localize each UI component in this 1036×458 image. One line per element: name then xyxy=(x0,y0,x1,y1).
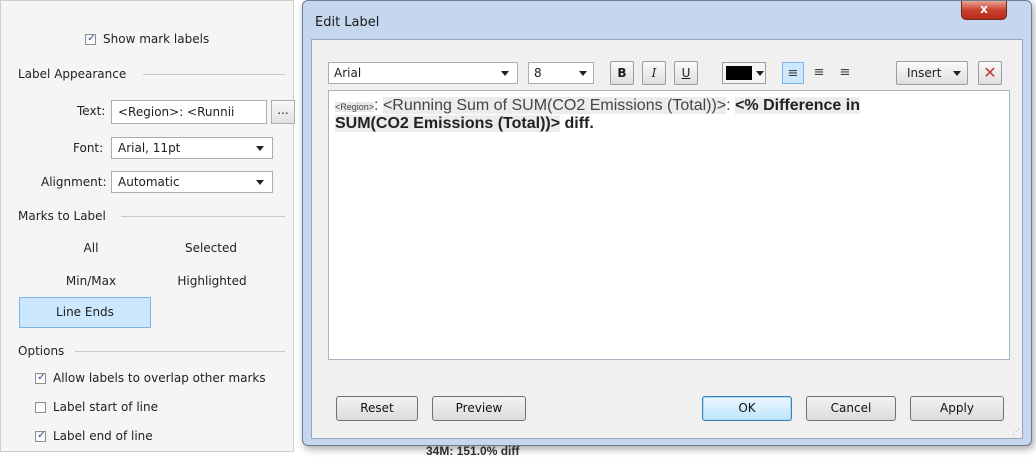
marks-option-line-ends[interactable]: Line Ends xyxy=(19,297,151,328)
cancel-button[interactable]: Cancel xyxy=(806,396,896,421)
marks-option-selected[interactable]: Selected xyxy=(171,241,251,255)
dialog-title: Edit Label xyxy=(315,15,380,30)
font-size-value: 8 xyxy=(534,66,542,80)
alignment-label: Alignment: xyxy=(41,175,107,189)
pct-difference-token-line1: <% Difference in xyxy=(735,97,860,114)
font-label: Font: xyxy=(73,141,104,155)
marks-option-all[interactable]: All xyxy=(61,241,121,255)
font-family-value: Arial xyxy=(334,66,362,80)
chevron-down-icon xyxy=(501,71,509,76)
allow-overlap-checkbox[interactable]: ✓ xyxy=(35,372,46,384)
text-color-picker[interactable] xyxy=(722,62,766,84)
chevron-down-icon xyxy=(256,146,264,151)
clear-icon: ✕ xyxy=(983,63,997,82)
font-family-dropdown[interactable]: Arial xyxy=(328,62,518,84)
insert-label: Insert xyxy=(907,66,942,80)
font-size-dropdown[interactable]: 8 xyxy=(528,62,594,84)
label-appearance-heading: Label Appearance xyxy=(18,67,127,81)
checkmark-icon: ✓ xyxy=(37,372,46,383)
diff-text: diff. xyxy=(560,115,594,132)
ok-button[interactable]: OK xyxy=(702,396,792,421)
preview-button[interactable]: Preview xyxy=(432,396,526,421)
running-sum-token: <Running Sum of SUM(CO2 Emissions (Total… xyxy=(382,97,727,114)
marks-option-min-max[interactable]: Min/Max xyxy=(51,274,131,288)
background-chart-label: 34M: 151.0% diff xyxy=(426,444,520,458)
allow-overlap-label: Allow labels to overlap other marks xyxy=(53,371,266,385)
alignment-dropdown[interactable]: Automatic xyxy=(111,171,273,193)
align-right-icon: ≡ xyxy=(839,65,851,80)
options-heading: Options xyxy=(18,344,65,358)
pct-difference-token-line2: SUM(CO2 Emissions (Total))> xyxy=(335,115,561,132)
chevron-down-icon xyxy=(953,71,961,76)
marks-option-highlighted[interactable]: Highlighted xyxy=(167,274,257,288)
label-settings-panel: ✓ Show mark labels Label Appearance Text… xyxy=(0,0,295,452)
show-mark-labels-label: Show mark labels xyxy=(103,32,210,46)
section-divider xyxy=(75,351,285,352)
section-divider xyxy=(143,74,285,75)
checkmark-icon: ✓ xyxy=(37,430,46,441)
marks-to-label-heading: Marks to Label xyxy=(18,209,106,223)
show-mark-labels-checkbox[interactable]: ✓ xyxy=(85,33,96,45)
chevron-down-icon xyxy=(579,71,587,76)
color-swatch xyxy=(726,66,752,80)
align-center-button[interactable]: ≡ xyxy=(808,62,830,84)
italic-button[interactable]: I xyxy=(642,61,666,85)
close-button[interactable]: x xyxy=(961,1,1007,20)
insert-dropdown-button[interactable]: Insert xyxy=(896,61,968,85)
editor-colon: : xyxy=(374,97,383,114)
label-end-label: Label end of line xyxy=(53,429,153,443)
dialog-client-area: Arial 8 B I U ≡ ≡ ≡ Insert ✕ <Region>: <… xyxy=(311,39,1023,439)
close-icon: x xyxy=(980,2,988,16)
edit-label-dialog: Edit Label x Arial 8 B I U ≡ ≡ ≡ Insert … xyxy=(302,0,1032,446)
resize-grip-icon[interactable]: ⋰ xyxy=(1012,428,1020,436)
align-center-icon: ≡ xyxy=(813,65,825,80)
font-dropdown-value: Arial, 11pt xyxy=(118,141,181,155)
chevron-down-icon xyxy=(756,71,764,76)
apply-button[interactable]: Apply xyxy=(910,396,1004,421)
region-token: <Region> xyxy=(335,102,375,112)
align-right-button[interactable]: ≡ xyxy=(834,62,856,84)
clear-button[interactable]: ✕ xyxy=(978,61,1002,85)
label-text-field[interactable]: <Region>: <Runnii xyxy=(111,100,267,124)
alignment-dropdown-value: Automatic xyxy=(118,175,180,189)
checkmark-icon: ✓ xyxy=(87,33,96,44)
font-dropdown[interactable]: Arial, 11pt xyxy=(111,137,273,159)
align-left-button[interactable]: ≡ xyxy=(782,62,804,84)
edit-label-ellipsis-button[interactable]: ... xyxy=(271,100,295,124)
text-field-label: Text: xyxy=(77,104,106,118)
label-end-checkbox[interactable]: ✓ xyxy=(35,430,46,442)
label-start-label: Label start of line xyxy=(53,400,158,414)
editor-colon: : xyxy=(726,97,736,114)
reset-button[interactable]: Reset xyxy=(336,396,418,421)
bold-button[interactable]: B xyxy=(610,61,634,85)
label-start-checkbox[interactable] xyxy=(35,402,46,413)
section-divider xyxy=(121,216,285,217)
chevron-down-icon xyxy=(256,180,264,185)
align-left-icon: ≡ xyxy=(787,66,799,81)
label-text-editor[interactable]: <Region>: <Running Sum of SUM(CO2 Emissi… xyxy=(328,90,1010,360)
underline-button[interactable]: U xyxy=(674,61,698,85)
